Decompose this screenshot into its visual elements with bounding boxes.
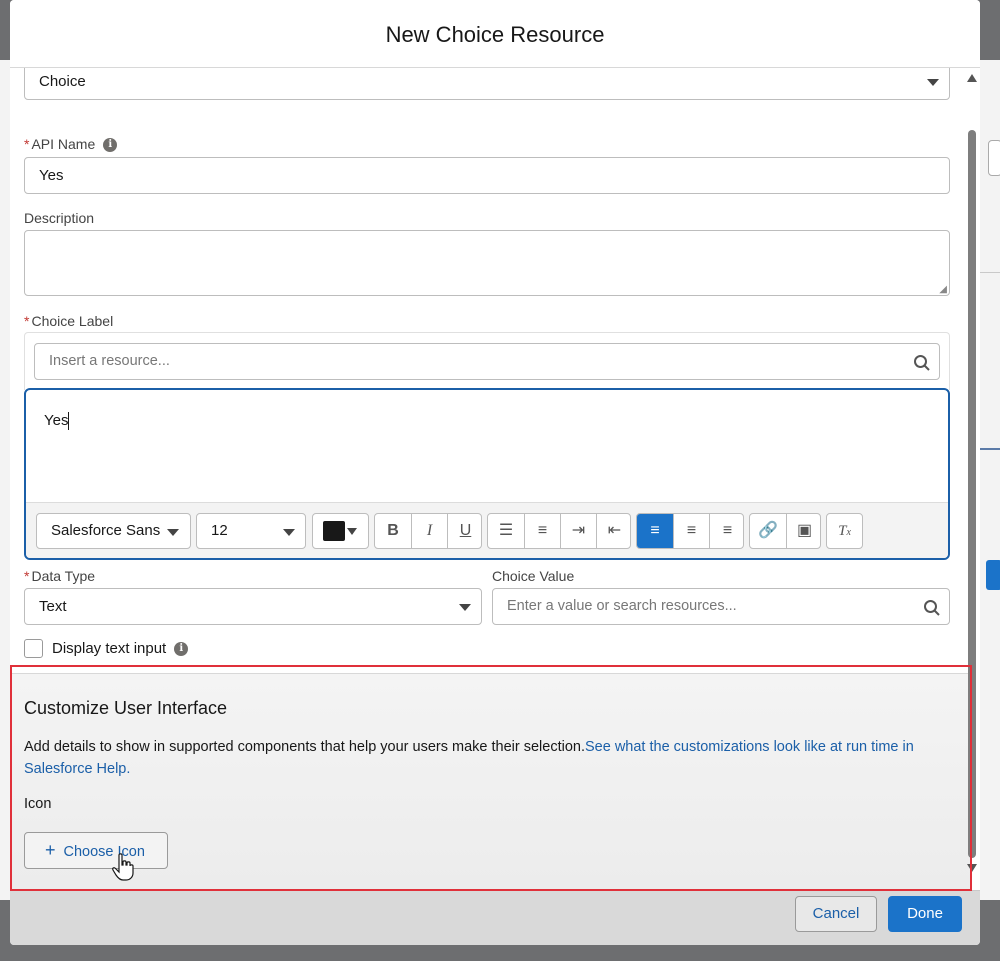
indent-icon[interactable]: ⇥ — [560, 514, 596, 548]
scroll-down-icon[interactable] — [967, 864, 977, 872]
api-name-input[interactable]: Yes — [24, 157, 950, 194]
scroll-up-icon[interactable] — [967, 74, 977, 82]
numbered-list-icon[interactable]: ≡ — [524, 514, 560, 548]
align-button-group: ≡ ≡ ≡ — [636, 513, 744, 549]
icon-label: Icon — [24, 796, 52, 812]
info-icon[interactable]: i — [103, 138, 118, 153]
align-left-icon[interactable]: ≡ — [637, 514, 673, 548]
italic-button[interactable]: I — [411, 514, 447, 548]
data-type-select[interactable]: Text — [24, 588, 482, 625]
clear-formatting-button[interactable]: Tx — [826, 513, 863, 549]
modal-scrollbar[interactable] — [966, 68, 978, 890]
background-page-right — [980, 60, 1000, 900]
data-type-label: * Data Type — [24, 568, 96, 584]
align-right-icon[interactable]: ≡ — [709, 514, 743, 548]
customize-ui-description: Add details to show in supported compone… — [24, 739, 914, 777]
hand-cursor-icon — [112, 853, 134, 881]
insert-resource-input[interactable]: Insert a resource... — [34, 343, 940, 380]
chevron-down-icon — [347, 528, 357, 535]
background-page-left — [0, 60, 10, 900]
modal-footer: Cancel Done — [10, 890, 980, 945]
align-center-icon[interactable]: ≡ — [673, 514, 709, 548]
chevron-down-icon — [927, 79, 939, 86]
display-text-input-label: Display text input i — [52, 640, 189, 657]
insert-button-group: 🔗 ▣ — [749, 513, 821, 549]
list-button-group: ☰ ≡ ⇥ ⇤ — [487, 513, 631, 549]
rte-content[interactable]: Yes — [44, 412, 68, 429]
search-icon — [914, 355, 930, 371]
choose-icon-button[interactable]: + Choose Icon — [24, 832, 168, 869]
modal-body: Choice * API Name i Yes Description ◢ * Cho… — [10, 62, 980, 890]
info-icon[interactable]: i — [174, 642, 189, 657]
image-icon[interactable]: ▣ — [786, 514, 822, 548]
underline-button[interactable]: U — [447, 514, 483, 548]
done-button[interactable]: Done — [888, 896, 962, 932]
text-caret — [68, 412, 69, 430]
modal-title: New Choice Resource — [385, 22, 605, 47]
description-textarea[interactable]: ◢ — [24, 230, 950, 296]
modal-header: New Choice Resource — [10, 0, 980, 68]
scroll-thumb[interactable] — [968, 130, 976, 858]
customize-ui-section: Customize User Interface Add details to … — [10, 673, 970, 890]
chevron-down-icon — [459, 604, 471, 611]
bold-button[interactable]: B — [375, 514, 411, 548]
cancel-button[interactable]: Cancel — [795, 896, 877, 932]
resource-type-value: Choice — [39, 73, 86, 90]
display-text-input-checkbox[interactable] — [24, 639, 43, 658]
search-icon — [924, 600, 940, 616]
chevron-down-icon — [167, 529, 179, 536]
chevron-down-icon — [283, 529, 295, 536]
rte-toolbar: Salesforce Sans 12 B I U ☰ ≡ ⇥ ⇤ ≡ ≡ ≡ 🔗… — [26, 502, 948, 558]
description-label: Description — [24, 210, 95, 226]
color-swatch — [323, 521, 345, 541]
new-choice-resource-modal: New Choice Resource Choice * API Name i Ye… — [10, 0, 980, 945]
text-color-picker[interactable] — [312, 513, 369, 549]
resize-handle-icon[interactable]: ◢ — [939, 284, 947, 295]
choice-value-label: Choice Value — [492, 568, 575, 584]
format-button-group: B I U — [374, 513, 482, 549]
choice-label-rich-text-editor[interactable]: Yes Salesforce Sans 12 B I U ☰ ≡ ⇥ ⇤ ≡ ≡… — [24, 388, 950, 560]
outdent-icon[interactable]: ⇤ — [596, 514, 632, 548]
choice-label-label: * Choice Label — [24, 313, 114, 329]
customize-ui-title: Customize User Interface — [24, 698, 228, 718]
link-icon[interactable]: 🔗 — [750, 514, 786, 548]
choice-value-input[interactable]: Enter a value or search resources... — [492, 588, 950, 625]
bulleted-list-icon[interactable]: ☰ — [488, 514, 524, 548]
api-name-label: * API Name i — [24, 136, 118, 153]
font-size-select[interactable]: 12 — [196, 513, 306, 549]
plus-icon: + — [45, 840, 56, 860]
font-family-select[interactable]: Salesforce Sans — [36, 513, 191, 549]
